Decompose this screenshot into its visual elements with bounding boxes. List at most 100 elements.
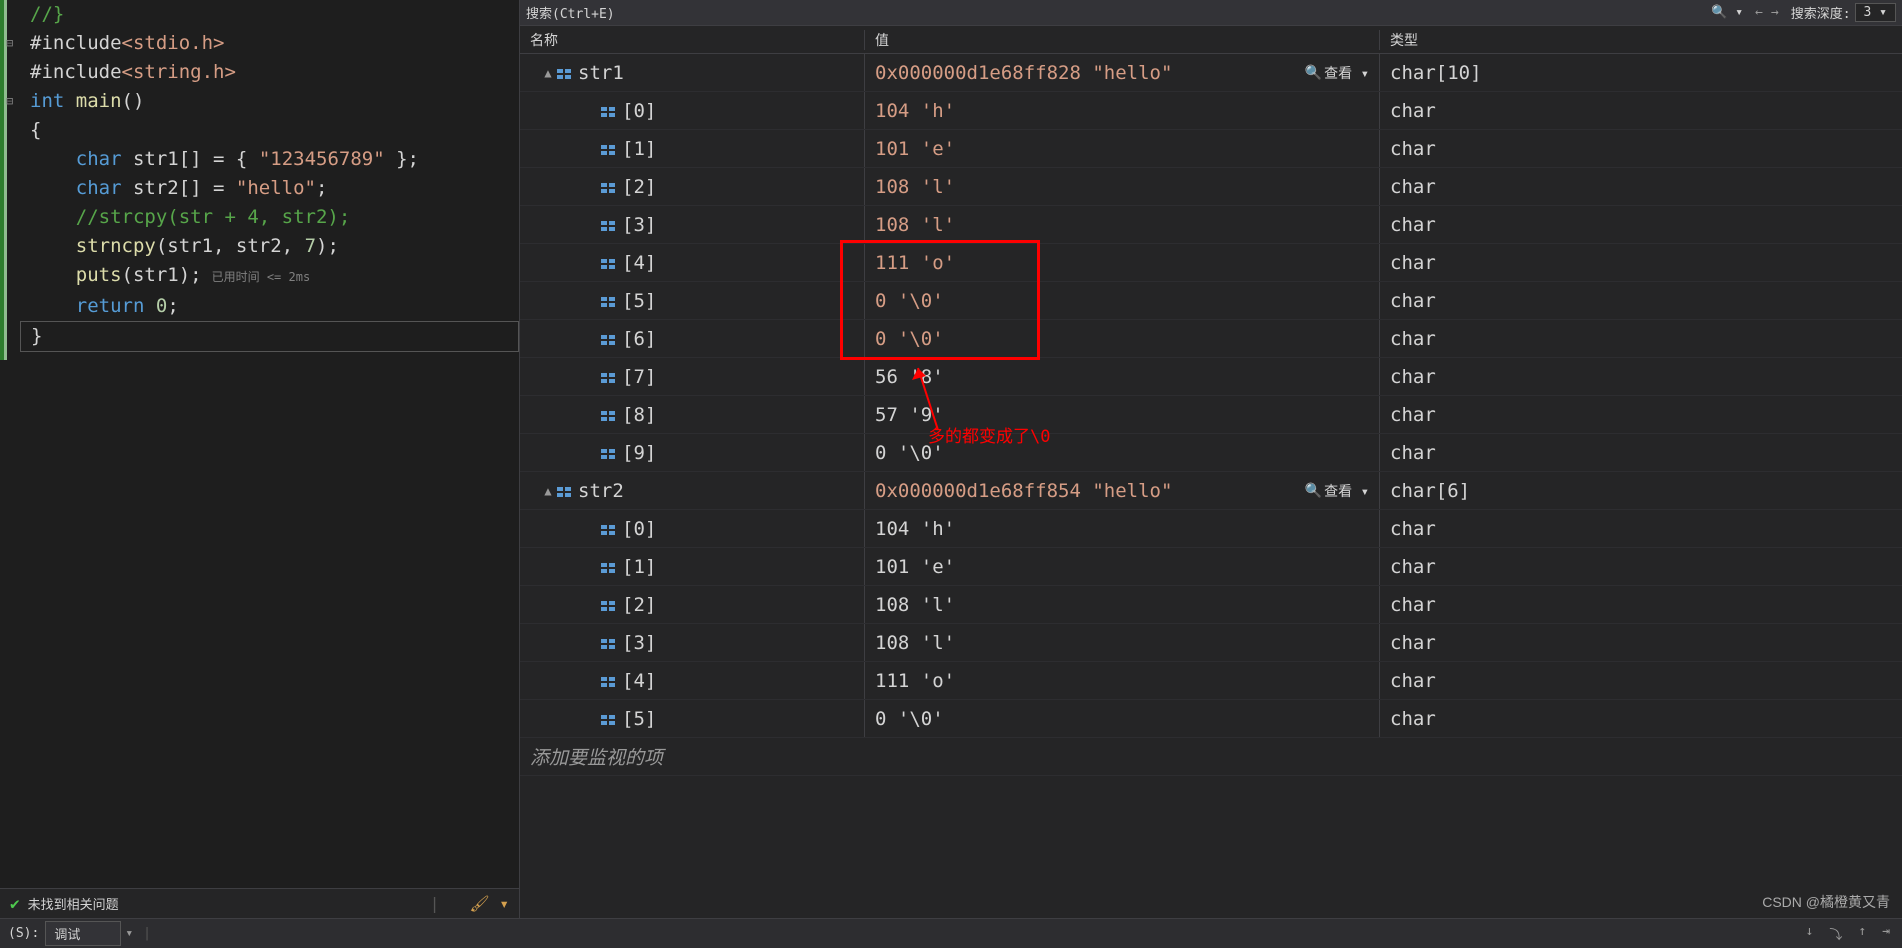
watch-row[interactable]: [0]104 'h'char	[520, 92, 1902, 130]
watch-name-cell[interactable]: [2]	[520, 168, 865, 205]
variable-icon	[600, 103, 616, 119]
watch-name-cell[interactable]: [1]	[520, 548, 865, 585]
header-name[interactable]: 名称	[520, 30, 865, 50]
watch-type-cell: char	[1380, 206, 1902, 243]
code-line[interactable]: {	[20, 116, 519, 145]
watch-row[interactable]: [3]108 'l'char	[520, 206, 1902, 244]
watch-row[interactable]: [2]108 'l'char	[520, 168, 1902, 206]
watch-row[interactable]: [4]111 'o'char	[520, 662, 1902, 700]
code-line[interactable]: char str2[] = "hello";	[20, 174, 519, 203]
watch-row[interactable]: [5]0 '\0'char	[520, 282, 1902, 320]
watch-type-cell: char	[1380, 282, 1902, 319]
watch-name-cell[interactable]: ▲str1	[520, 54, 865, 91]
watch-value-cell[interactable]: 101 'e'	[865, 130, 1380, 167]
code-line[interactable]: return 0;	[20, 292, 519, 321]
header-value[interactable]: 值	[865, 30, 1380, 50]
watch-name-cell[interactable]: [2]	[520, 586, 865, 623]
watch-name-cell[interactable]: ▲str2	[520, 472, 865, 509]
watch-value-cell[interactable]: 0x000000d1e68ff828 "hello"🔍查看 ▾	[865, 54, 1380, 91]
code-line[interactable]: char str1[] = { "123456789" };	[20, 145, 519, 174]
watch-row[interactable]: [3]108 'l'char	[520, 624, 1902, 662]
search-icon[interactable]: 🔍 ▾	[1711, 5, 1743, 20]
step-out-icon[interactable]: ↑	[1854, 922, 1870, 945]
watch-value-cell[interactable]: 0x000000d1e68ff854 "hello"🔍查看 ▾	[865, 472, 1380, 509]
variable-icon	[600, 407, 616, 423]
watch-value-cell[interactable]: 56 '8'	[865, 358, 1380, 395]
watch-value-cell[interactable]: 0 '\0'	[865, 434, 1380, 471]
nav-prev-icon[interactable]: ←	[1755, 5, 1763, 20]
nav-next-icon[interactable]: →	[1771, 5, 1779, 20]
step-over-icon[interactable]: ⤵	[1825, 922, 1846, 945]
collapse-toggle-icon[interactable]: ⊟	[6, 87, 13, 116]
expand-toggle-icon[interactable]: ▲	[540, 66, 556, 80]
watch-name-cell[interactable]: [4]	[520, 662, 865, 699]
view-button[interactable]: 🔍查看 ▾	[1305, 63, 1369, 83]
variable-icon	[600, 597, 616, 613]
watch-row[interactable]: [6]0 '\0'char	[520, 320, 1902, 358]
code-line[interactable]: ⊟int main()	[20, 87, 519, 116]
config-combo[interactable]: 调试	[45, 921, 121, 946]
watch-value-cell[interactable]: 111 'o'	[865, 244, 1380, 281]
watch-row[interactable]: [4]111 'o'char	[520, 244, 1902, 282]
watch-value-cell[interactable]: 101 'e'	[865, 548, 1380, 585]
brush-icon[interactable]: 🖌 ▾	[469, 894, 509, 913]
watch-type-cell: char[10]	[1380, 54, 1902, 91]
watch-row[interactable]: [9]0 '\0'char	[520, 434, 1902, 472]
watch-name-cell[interactable]: [3]	[520, 624, 865, 661]
watch-value-cell[interactable]: 108 'l'	[865, 168, 1380, 205]
watch-row[interactable]: [7]56 '8'char	[520, 358, 1902, 396]
collapse-toggle-icon[interactable]: ⊟	[6, 29, 13, 58]
combo-dropdown-icon[interactable]: ▾	[125, 926, 133, 941]
code-line[interactable]: }	[20, 321, 519, 352]
watch-value-cell[interactable]: 0 '\0'	[865, 700, 1380, 737]
code-line[interactable]: //}	[20, 0, 519, 29]
step-icon[interactable]: ⇥	[1878, 922, 1894, 945]
watch-panel: 搜索(Ctrl+E) 🔍 ▾ ← → 搜索深度: 3 ▾ 名称 值 类型 ▲st…	[520, 0, 1902, 918]
watch-name-cell[interactable]: [8]	[520, 396, 865, 433]
watch-row[interactable]: [1]101 'e'char	[520, 548, 1902, 586]
watch-name-cell[interactable]: [9]	[520, 434, 865, 471]
code-line[interactable]: //strcpy(str + 4, str2);	[20, 203, 519, 232]
watch-value-cell[interactable]: 111 'o'	[865, 662, 1380, 699]
watch-row[interactable]: [5]0 '\0'char	[520, 700, 1902, 738]
depth-value[interactable]: 3 ▾	[1855, 3, 1896, 22]
watch-value-cell[interactable]: 104 'h'	[865, 92, 1380, 129]
expand-toggle-icon[interactable]: ▲	[540, 484, 556, 498]
timing-hint: 已用时间 <= 2ms	[212, 270, 311, 284]
watch-name-cell[interactable]: [0]	[520, 510, 865, 547]
step-into-icon[interactable]: ↓	[1802, 922, 1818, 945]
issues-status-bar: ✔ 未找到相关问题 | 🖌 ▾	[0, 888, 519, 918]
watch-row[interactable]: ▲str20x000000d1e68ff854 "hello"🔍查看 ▾char…	[520, 472, 1902, 510]
add-watch-input[interactable]: 添加要监视的项	[520, 738, 1902, 776]
variable-icon	[600, 673, 616, 689]
watch-value-cell[interactable]: 108 'l'	[865, 586, 1380, 623]
watch-value-cell[interactable]: 108 'l'	[865, 206, 1380, 243]
watch-name-cell[interactable]: [5]	[520, 700, 865, 737]
watch-name-cell[interactable]: [7]	[520, 358, 865, 395]
search-input[interactable]: 搜索(Ctrl+E)	[526, 3, 1703, 22]
watch-name-cell[interactable]: [4]	[520, 244, 865, 281]
watch-row[interactable]: [2]108 'l'char	[520, 586, 1902, 624]
watch-row[interactable]: ▲str10x000000d1e68ff828 "hello"🔍查看 ▾char…	[520, 54, 1902, 92]
watch-name-cell[interactable]: [1]	[520, 130, 865, 167]
watch-value-cell[interactable]: 0 '\0'	[865, 282, 1380, 319]
watch-value-cell[interactable]: 0 '\0'	[865, 320, 1380, 357]
code-line[interactable]: #include<string.h>	[20, 58, 519, 87]
watch-name-cell[interactable]: [0]	[520, 92, 865, 129]
watch-value-cell[interactable]: 108 'l'	[865, 624, 1380, 661]
watch-value-cell[interactable]: 104 'h'	[865, 510, 1380, 547]
watch-name-cell[interactable]: [5]	[520, 282, 865, 319]
view-button[interactable]: 🔍查看 ▾	[1305, 481, 1369, 501]
code-editor[interactable]: //}⊟#include<stdio.h>#include<string.h>⊟…	[0, 0, 519, 888]
header-type[interactable]: 类型	[1380, 30, 1902, 50]
code-line[interactable]: puts(str1);已用时间 <= 2ms	[20, 261, 519, 292]
watch-row[interactable]: [8]57 '9'char	[520, 396, 1902, 434]
watch-row[interactable]: [0]104 'h'char	[520, 510, 1902, 548]
watch-value-cell[interactable]: 57 '9'	[865, 396, 1380, 433]
code-line[interactable]: strncpy(str1, str2, 7);	[20, 232, 519, 261]
watch-name-cell[interactable]: [6]	[520, 320, 865, 357]
watch-row[interactable]: [1]101 'e'char	[520, 130, 1902, 168]
variable-icon	[600, 331, 616, 347]
code-line[interactable]: ⊟#include<stdio.h>	[20, 29, 519, 58]
watch-name-cell[interactable]: [3]	[520, 206, 865, 243]
